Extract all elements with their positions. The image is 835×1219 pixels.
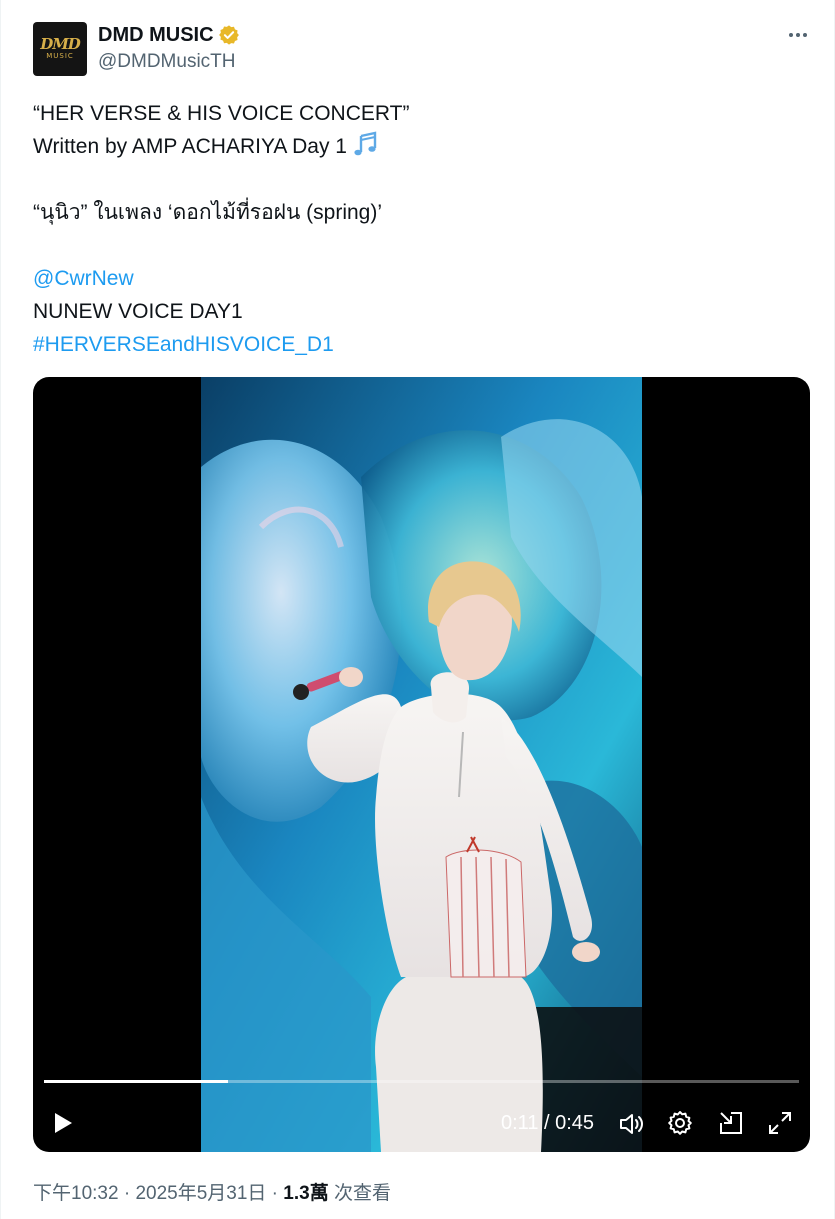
hashtag-link[interactable]: #HERVERSEandHISVOICE_D1 bbox=[33, 328, 803, 361]
more-options-button[interactable] bbox=[782, 22, 814, 48]
tweet-time[interactable]: 下午10:32 bbox=[33, 1183, 119, 1204]
view-count[interactable]: 1.3萬 bbox=[283, 1183, 328, 1204]
author-display-name[interactable]: DMD MUSIC bbox=[98, 24, 214, 47]
mention-link[interactable]: @CwrNew bbox=[33, 262, 803, 295]
tweet-line-song: “นุนิว” ในเพลง ‘ดอกไม้ที่รอฝน (spring)’ bbox=[33, 201, 383, 224]
fullscreen-icon[interactable] bbox=[767, 1110, 793, 1136]
tweet-text: “HER VERSE & HIS VOICE CONCERT” Written … bbox=[33, 97, 803, 361]
tweet-meta: 下午10:32 · 2025年5月31日 · 1.3萬 次查看 bbox=[33, 1178, 391, 1205]
settings-icon[interactable] bbox=[667, 1110, 693, 1136]
video-time: 0:11 / 0:45 bbox=[501, 1112, 594, 1135]
meta-separator: · bbox=[118, 1183, 136, 1204]
tweet-line-credit: Written by AMP ACHARIYA Day 1 bbox=[33, 130, 803, 163]
volume-icon[interactable] bbox=[618, 1110, 646, 1138]
more-dot-icon bbox=[789, 33, 793, 37]
tweet-date[interactable]: 2025年5月31日 bbox=[135, 1183, 266, 1204]
author-handle[interactable]: @DMDMusicTH bbox=[98, 51, 236, 73]
author-name-row: DMD MUSIC bbox=[98, 22, 240, 48]
avatar[interactable]: DMD MUSIC bbox=[33, 22, 87, 76]
video-controls: 0:11 / 0:45 bbox=[33, 1099, 810, 1147]
tweet-line-title: “HER VERSE & HIS VOICE CONCERT” bbox=[33, 102, 410, 125]
more-dot-icon bbox=[796, 33, 800, 37]
musical-notes-icon bbox=[354, 131, 377, 156]
view-count-label: 次查看 bbox=[328, 1183, 391, 1204]
video-time-separator: / bbox=[538, 1112, 556, 1134]
meta-separator: · bbox=[266, 1183, 284, 1204]
tweet-card: DMD MUSIC DMD MUSIC @DMDMusicTH “HER VER… bbox=[0, 0, 835, 1219]
dock-icon[interactable] bbox=[718, 1110, 744, 1136]
video-frame[interactable] bbox=[201, 377, 642, 1152]
play-icon[interactable] bbox=[51, 1111, 75, 1135]
avatar-logo-text: DMD bbox=[40, 35, 81, 53]
video-current-time: 0:11 bbox=[501, 1112, 539, 1134]
video-progress-fill bbox=[44, 1080, 229, 1083]
verified-badge-icon[interactable] bbox=[218, 24, 240, 46]
more-dot-icon bbox=[803, 33, 807, 37]
video-duration: 0:45 bbox=[555, 1112, 595, 1134]
video-player[interactable]: 0:11 / 0:45 bbox=[33, 377, 810, 1152]
tweet-credit-text: Written by AMP ACHARIYA Day 1 bbox=[33, 135, 347, 158]
tweet-line-voice: NUNEW VOICE DAY1 bbox=[33, 300, 243, 323]
avatar-logo-subtext: MUSIC bbox=[46, 52, 74, 60]
video-progress-bar[interactable] bbox=[44, 1080, 799, 1083]
